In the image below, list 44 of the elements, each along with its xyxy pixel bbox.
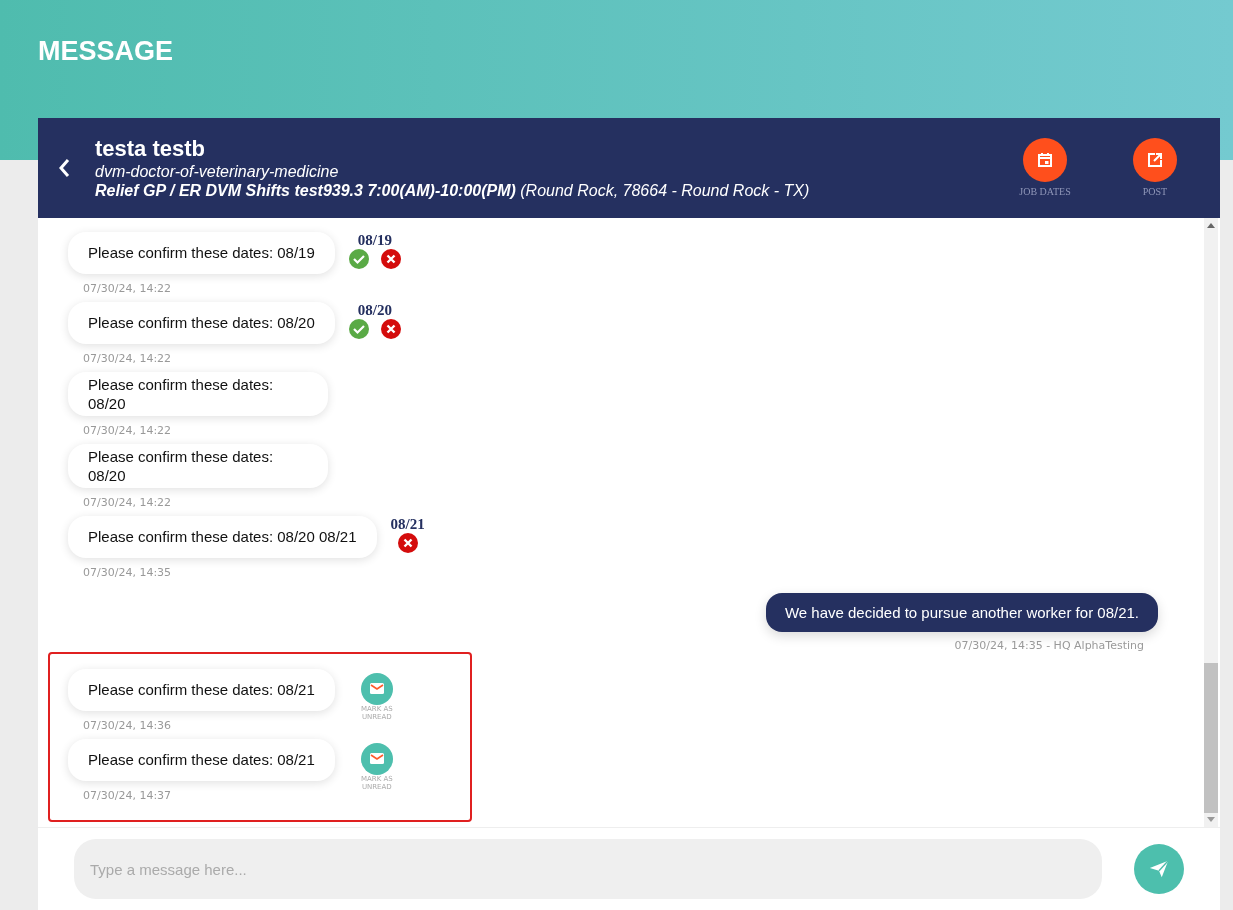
- header-action-label: POST: [1142, 186, 1168, 197]
- accept-icon[interactable]: [348, 249, 369, 269]
- message-bubble: We have decided to pursue another worker for 08/21.: [765, 593, 1158, 632]
- header-action-label: JOB DATES: [1019, 186, 1071, 197]
- reject-icon[interactable]: [380, 319, 401, 339]
- scroll-up-icon[interactable]: [1207, 222, 1215, 228]
- message-bubble: Please confirm these dates: 08/20: [68, 444, 328, 488]
- job-description: Relief GP / ER DVM Shifts test939.3 7:00(AM)-10:00(PM) (Round Rock, 78664 - Round Rock - TX): [95, 182, 811, 200]
- contact-name: testa testb: [95, 136, 207, 162]
- reject-icon[interactable]: [397, 533, 418, 553]
- mail-icon[interactable]: [360, 743, 393, 775]
- header-action-button[interactable]: [1023, 138, 1067, 182]
- send-icon: [1148, 858, 1170, 880]
- message-time: 07/30/24, 14:37: [83, 789, 172, 802]
- message-bubble: Please confirm these dates: 08/19: [68, 232, 335, 274]
- message-bubble: Please confirm these dates: 08/21: [68, 739, 335, 781]
- accept-icon[interactable]: [348, 319, 369, 339]
- message-time: 07/30/24, 14:35: [83, 566, 172, 579]
- scrollbar-track[interactable]: [1204, 218, 1218, 827]
- scroll-down-icon[interactable]: [1207, 817, 1215, 823]
- message-time: 07/30/24, 14:22: [83, 352, 172, 365]
- message-bubble: Please confirm these dates: 08/20 08/21: [68, 516, 377, 558]
- mail-icon[interactable]: [360, 673, 393, 705]
- contact-role: dvm-doctor-of-veterinary-medicine: [95, 163, 340, 181]
- external-link-icon: [1146, 151, 1164, 169]
- header-action-button[interactable]: [1133, 138, 1177, 182]
- message-time: 07/30/24, 14:22: [83, 496, 172, 509]
- message-time: 07/30/24, 14:22: [83, 424, 172, 437]
- message-time: 07/30/24, 14:35 - HQ AlphaTesting: [954, 639, 1144, 652]
- scrollbar-thumb[interactable]: [1204, 663, 1218, 813]
- date-label: 08/20: [357, 302, 392, 319]
- date-label: 08/19: [357, 232, 392, 249]
- message-input[interactable]: Type a message here...: [74, 839, 1102, 899]
- date-label: 08/21: [390, 516, 425, 533]
- send-button[interactable]: [1134, 844, 1184, 894]
- calendar-icon: [1036, 151, 1054, 169]
- message-time: 07/30/24, 14:36: [83, 719, 172, 732]
- page-title: MESSAGE: [38, 36, 175, 67]
- back-icon[interactable]: [58, 158, 70, 178]
- message-bubble: Please confirm these dates: 08/20: [68, 302, 335, 344]
- message-time: 07/30/24, 14:22: [83, 282, 172, 295]
- reject-icon[interactable]: [380, 249, 401, 269]
- message-bubble: Please confirm these dates: 08/21: [68, 669, 335, 711]
- message-bubble: Please confirm these dates: 08/20: [68, 372, 328, 416]
